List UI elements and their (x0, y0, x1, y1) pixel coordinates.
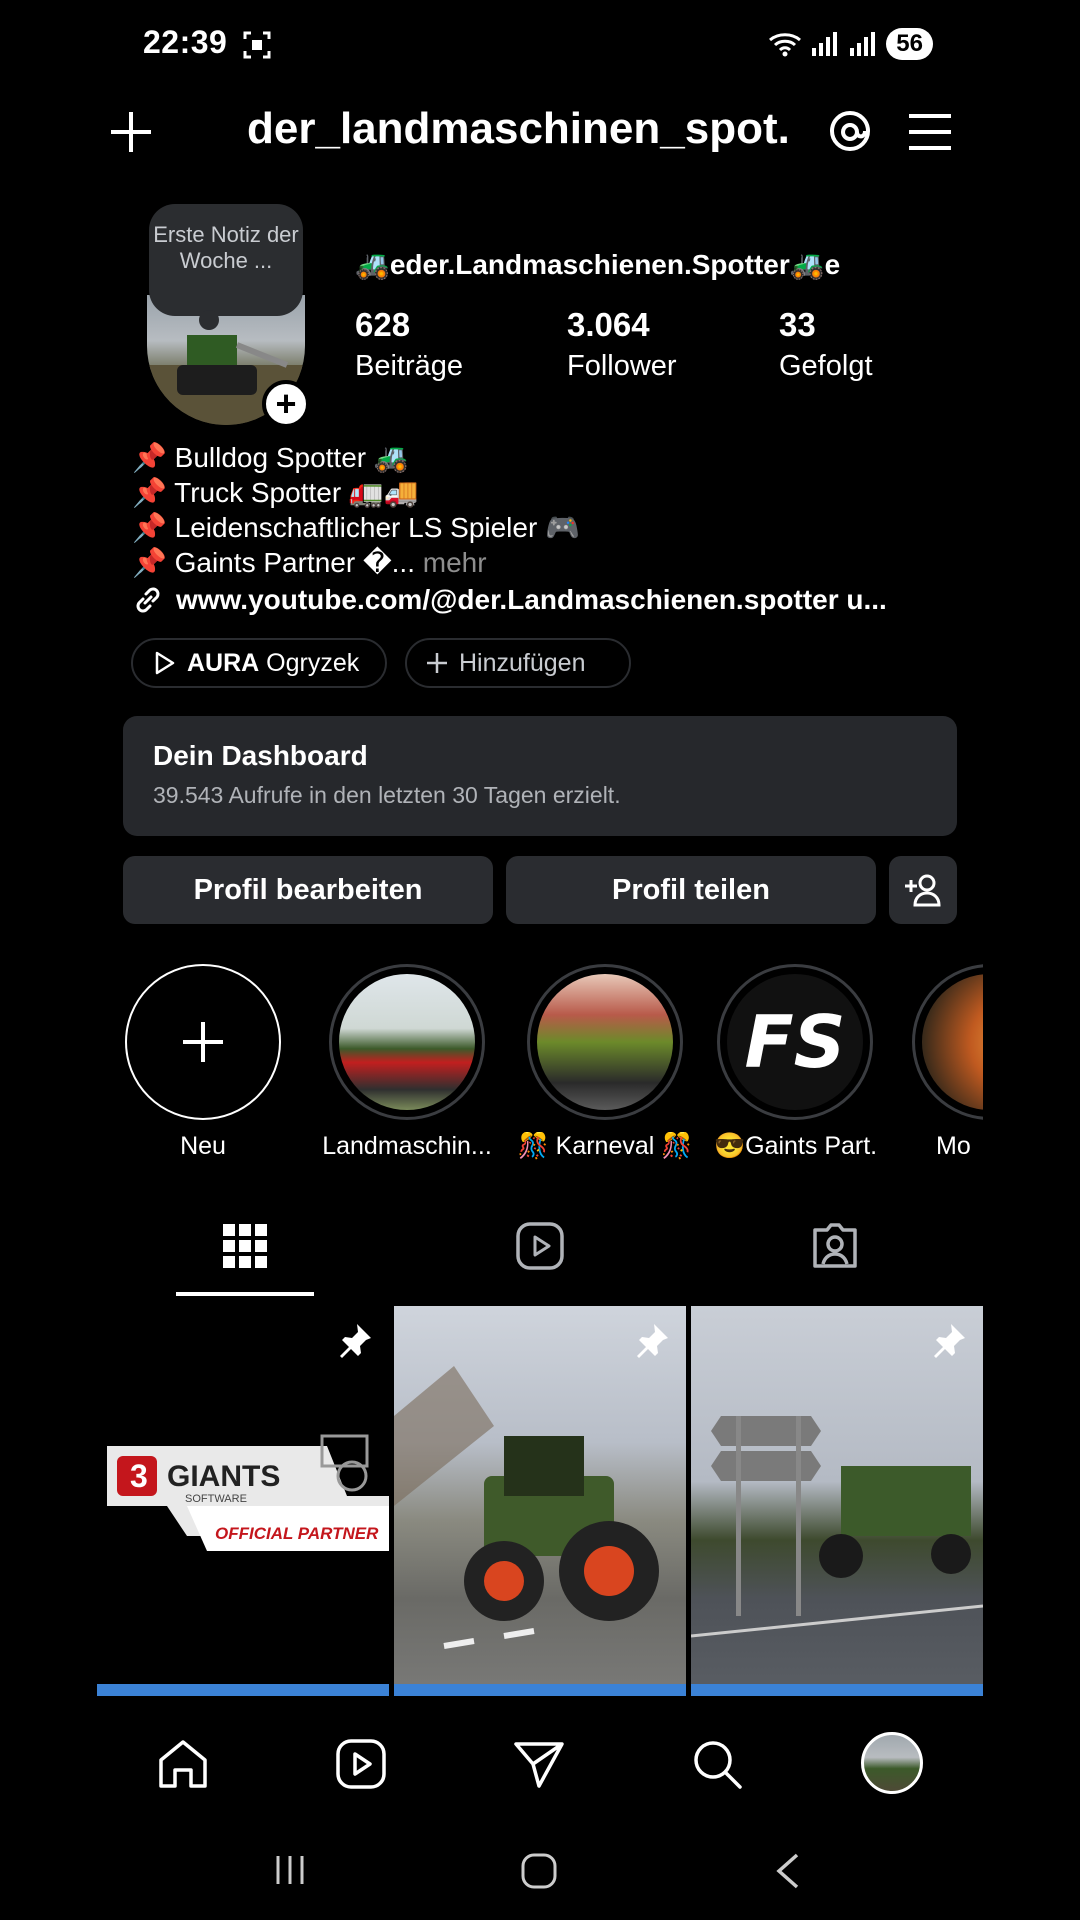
signal-icon-2 (850, 32, 876, 56)
bottom-nav (97, 1708, 983, 1820)
menu-icon[interactable] (907, 112, 953, 152)
progress-bar (97, 1684, 389, 1696)
display-name: 🚜eder.Landmaschienen.Spotter🚜e (355, 249, 841, 280)
stat-followers[interactable]: 3.064 Follower (567, 306, 677, 383)
road-tractor-image (691, 1416, 983, 1638)
bio-more-link[interactable]: mehr (423, 547, 487, 578)
highlight-image (339, 974, 475, 1110)
highlight-label: Mo (936, 1132, 971, 1160)
signal-icon (812, 32, 838, 56)
reels-icon[interactable] (333, 1736, 389, 1792)
highlight-new-ring (125, 964, 281, 1120)
highlight-label: Neu (180, 1132, 226, 1160)
back-icon[interactable] (773, 1852, 803, 1890)
share-profile-button[interactable]: Profil teilen (506, 856, 876, 924)
dashboard-card[interactable]: Dein Dashboard 39.543 Aufrufe in den let… (123, 716, 957, 836)
plus-icon (427, 653, 447, 673)
add-chip-label: Hinzufügen (459, 648, 586, 677)
home-icon[interactable] (155, 1736, 211, 1792)
bio: 📌 Bulldog Spotter 🚜 📌 Truck Spotter 🚛🚚 📌… (132, 440, 580, 580)
highlight-new[interactable]: Neu (122, 964, 284, 1161)
highlight-label: 🎊 Karneval 🎊 (517, 1132, 693, 1160)
link-icon (136, 587, 160, 613)
highlight-image: FS (727, 974, 863, 1110)
send-icon[interactable] (511, 1736, 567, 1792)
post-thumbnail[interactable]: 3 GIANTS SOFTWARE OFFICIAL PARTNER (97, 1306, 389, 1696)
home-button-icon[interactable] (520, 1852, 558, 1890)
phone-screen: 22:39 56 der_landmaschinen_spot... Erste… (97, 0, 983, 1920)
post-thumbnail[interactable] (691, 1306, 983, 1696)
highlight-label: Landmaschin... (322, 1132, 492, 1160)
recent-apps-icon[interactable] (272, 1852, 308, 1888)
highlight-landmaschinen[interactable]: Landmaschin... (321, 964, 493, 1161)
stat-following[interactable]: 33 Gefolgt (779, 306, 873, 383)
note-bubble[interactable]: Erste Notiz der Woche ... (149, 204, 303, 330)
create-plus-icon[interactable] (107, 108, 155, 156)
play-icon (155, 651, 175, 675)
system-nav (97, 1820, 983, 1920)
post-thumbnail[interactable] (394, 1306, 686, 1696)
plus-icon (183, 1022, 223, 1062)
add-person-icon (905, 874, 941, 907)
threads-icon[interactable] (827, 108, 873, 154)
highlight-ring: FS (717, 964, 873, 1120)
stat-following-value: 33 (779, 306, 816, 343)
music-artist: AURA (187, 648, 260, 677)
bio-line: 📌 Gaints Partner �... (132, 547, 415, 578)
stat-posts-value: 628 (355, 306, 411, 343)
giants-partner-image: 3 GIANTS SOFTWARE OFFICIAL PARTNER (107, 1434, 389, 1551)
tagged-tab-icon[interactable] (809, 1220, 861, 1272)
highlight-ring (527, 964, 683, 1120)
active-tab-indicator (176, 1292, 314, 1296)
highlight-label: 😎Gaints Part... (714, 1132, 876, 1160)
bio-line: 📌 Truck Spotter 🚛🚚 (132, 477, 419, 508)
pin-icon (340, 1324, 371, 1358)
bio-line: 📌 Leidenschaftlicher LS Spieler 🎮 (132, 512, 580, 543)
dashboard-title: Dein Dashboard (153, 740, 368, 771)
progress-bar (691, 1684, 983, 1696)
discover-people-button[interactable] (889, 856, 957, 924)
bio-line: 📌 Bulldog Spotter 🚜 (132, 442, 409, 473)
profile-avatar-icon[interactable] (861, 1732, 923, 1794)
highlight-mo[interactable]: Mo (912, 964, 983, 1161)
highlight-image (922, 974, 983, 1110)
music-title: Ogryzek (266, 648, 360, 677)
stat-followers-value: 3.064 (567, 306, 650, 343)
profile-link[interactable]: www.youtube.com/@der.Landmaschienen.spot… (132, 584, 972, 616)
status-time: 22:39 (143, 24, 228, 60)
edit-profile-button[interactable]: Profil bearbeiten (123, 856, 493, 924)
grid-tab-icon[interactable] (219, 1220, 271, 1272)
reels-tab-icon[interactable] (514, 1220, 566, 1272)
music-chip[interactable]: AURA Ogryzek (131, 638, 387, 688)
progress-bar (394, 1684, 686, 1696)
add-story-plus-icon[interactable]: + (262, 380, 310, 428)
profile-link-text: www.youtube.com/@der.Landmaschienen.spot… (176, 584, 887, 615)
stat-followers-label: Follower (567, 350, 677, 382)
highlight-image (537, 974, 673, 1110)
screen-record-icon (243, 31, 271, 59)
status-icons: 56 (768, 28, 933, 60)
highlight-ring (329, 964, 485, 1120)
post1-tag: OFFICIAL PARTNER (215, 1524, 379, 1543)
pin-icon (637, 1324, 668, 1358)
highlight-ring (912, 964, 983, 1120)
pin-icon (934, 1324, 965, 1358)
search-icon[interactable] (689, 1736, 745, 1792)
bio-line-last: 📌 Gaints Partner �... mehr (132, 545, 580, 580)
stat-posts[interactable]: 628 Beiträge (355, 306, 463, 383)
post1-sub: SOFTWARE (185, 1493, 247, 1505)
stat-following-label: Gefolgt (779, 350, 873, 382)
stat-posts-label: Beiträge (355, 350, 464, 382)
wifi-icon (769, 33, 802, 57)
dashboard-subtitle: 39.543 Aufrufe in den letzten 30 Tagen e… (153, 782, 621, 808)
post1-brand: GIANTS (167, 1460, 280, 1493)
fs-logo-text: FS (744, 1000, 846, 1084)
fendt-tractor-image (394, 1366, 659, 1649)
battery-indicator: 56 (886, 28, 933, 60)
svg-text:3: 3 (130, 1458, 148, 1494)
add-chip[interactable]: Hinzufügen (405, 638, 631, 688)
username-title[interactable]: der_landmaschinen_spot... (247, 104, 787, 154)
highlight-karneval[interactable]: 🎊 Karneval 🎊 (516, 964, 694, 1161)
highlight-gaints[interactable]: FS 😎Gaints Part... (714, 964, 876, 1161)
